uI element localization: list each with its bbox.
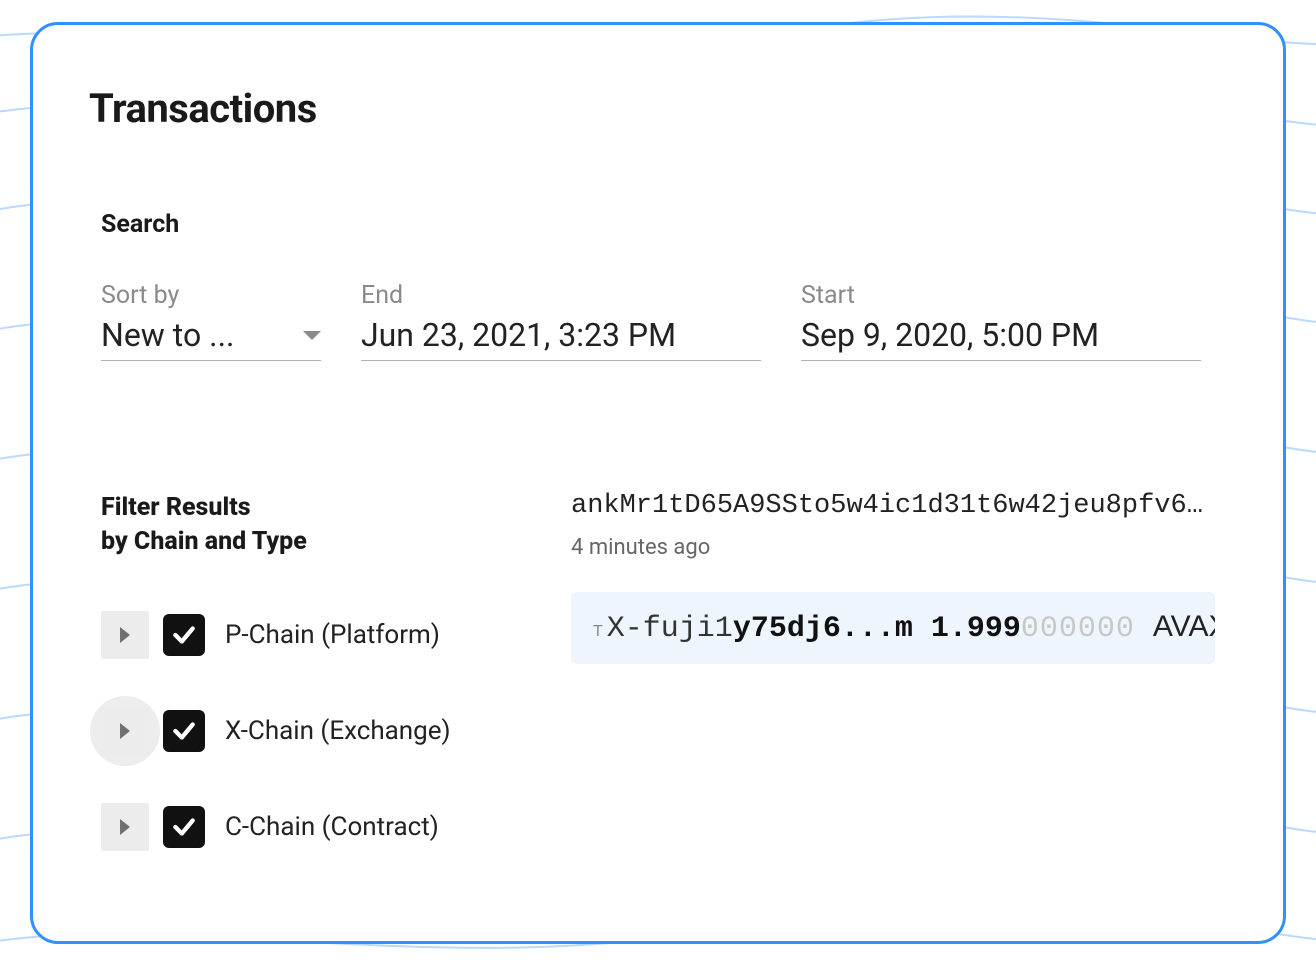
checkbox-x-chain[interactable] [163,710,205,752]
chain-label: X-Chain (Exchange) [225,716,451,746]
check-icon [171,814,197,840]
expand-x-chain-button[interactable] [101,707,149,755]
chain-label: P-Chain (Platform) [225,620,440,650]
sort-by-label: Sort by [101,281,321,310]
amount-decimals: 000000 [1021,612,1135,646]
chevron-right-icon [120,723,130,739]
expand-p-chain-button[interactable] [101,611,149,659]
chain-filter-p-chain: P-Chain (Platform) [101,611,531,659]
expand-c-chain-button[interactable] [101,803,149,851]
results-panel: ankMr1tD65A9SSto5w4ic1d31t6w42jeu8pfv6… … [571,491,1215,851]
address-suffix: y75dj6...m [733,612,913,646]
check-icon [171,622,197,648]
transaction-hash[interactable]: ankMr1tD65A9SSto5w4ic1d31t6w42jeu8pfv6… [571,491,1215,521]
end-date-field[interactable]: End Jun 23, 2021, 3:23 PM [361,281,761,361]
chain-filter-x-chain: X-Chain (Exchange) [101,707,531,755]
sort-by-field[interactable]: Sort by New to ... [101,281,321,361]
filter-title-line2: by Chain and Type [101,527,307,556]
address-prefix: X-fuji1 [607,612,733,646]
page-title: Transactions [89,85,1227,132]
end-label: End [361,281,761,310]
check-icon [171,718,197,744]
end-value: Jun 23, 2021, 3:23 PM [361,316,676,354]
amount-main: 1.999 [931,612,1021,646]
start-value: Sep 9, 2020, 5:00 PM [801,316,1099,354]
chevron-right-icon [120,819,130,835]
chain-label: C-Chain (Contract) [225,812,439,842]
start-date-field[interactable]: Start Sep 9, 2020, 5:00 PM [801,281,1201,361]
checkbox-p-chain[interactable] [163,614,205,656]
start-label: Start [801,281,1201,310]
type-badge: T [593,623,603,641]
transaction-row[interactable]: T X-fuji1y75dj6...m 1.999000000 AVAX [571,592,1215,664]
amount-currency: AVAX [1153,610,1215,644]
filter-title-line1: Filter Results [101,493,251,522]
search-section: Search Sort by New to ... End Jun 23, 20… [89,210,1227,361]
chevron-right-icon [120,627,130,643]
sort-by-value: New to ... [101,316,234,354]
search-label: Search [101,210,1215,239]
transactions-card: Transactions Search Sort by New to ... E… [30,22,1286,944]
transaction-age: 4 minutes ago [571,535,1215,560]
checkbox-c-chain[interactable] [163,806,205,848]
dropdown-caret-icon [303,331,321,340]
chain-filter-c-chain: C-Chain (Contract) [101,803,531,851]
filter-panel: Filter Results by Chain and Type P-Chain… [101,491,531,851]
